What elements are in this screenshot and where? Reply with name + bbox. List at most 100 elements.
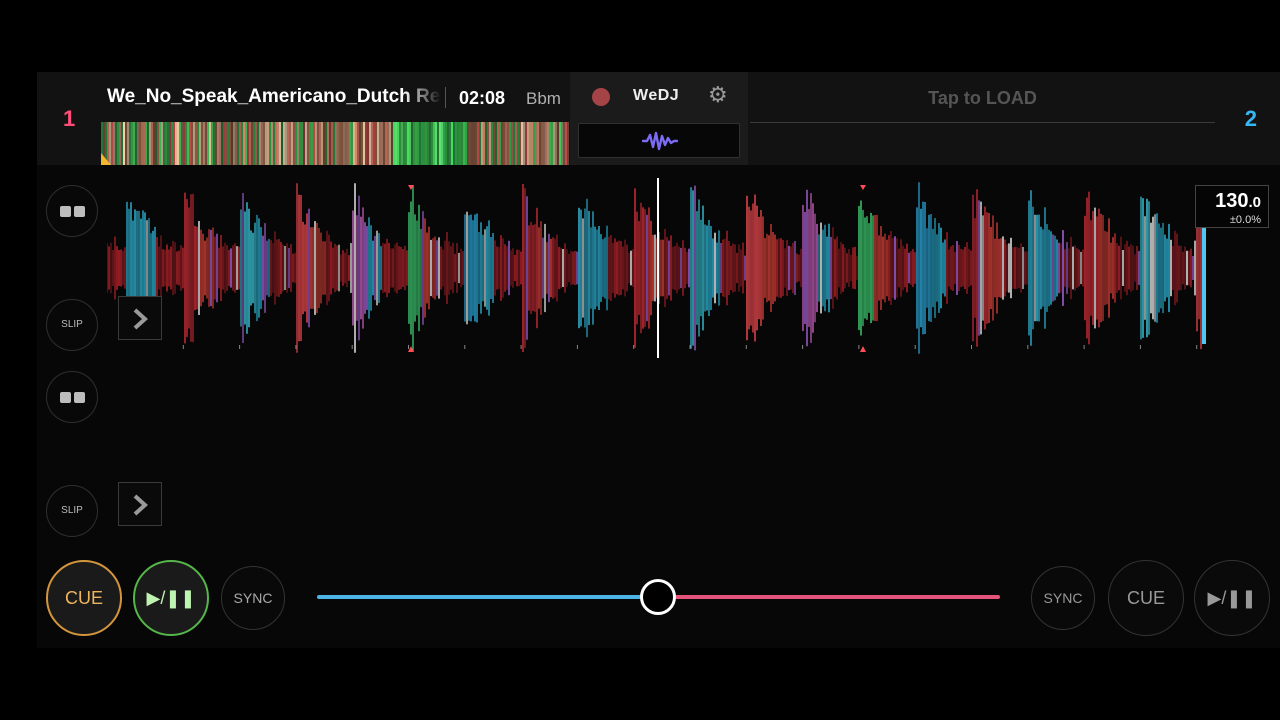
slip-label: SLIP	[61, 505, 83, 516]
overview-bar	[473, 122, 475, 165]
bpm-pitch: ±0.0%	[1229, 214, 1261, 226]
overview-bar	[501, 122, 503, 165]
overview-bar	[405, 122, 407, 165]
overview-bar	[309, 122, 311, 165]
overview-bar	[169, 122, 171, 165]
waveform-toggle-button[interactable]	[578, 123, 740, 158]
dj-app: 1 We_No_Speak_Americano_Dutch Red 02:08 …	[37, 72, 1280, 648]
deck1-cue-button[interactable]: CUE	[46, 560, 122, 636]
deck2-expand-button[interactable]	[118, 482, 162, 526]
overview-bar	[201, 122, 203, 165]
playhead-line	[657, 178, 659, 358]
deck1-play-pause-button[interactable]: ▶/❚❚	[133, 560, 209, 636]
deck1-track-title[interactable]: We_No_Speak_Americano_Dutch Red	[107, 86, 441, 108]
overview-bar	[343, 122, 345, 165]
gear-icon[interactable]: ⚙	[708, 84, 728, 106]
deck2-load-prompt[interactable]: Tap to LOAD	[750, 88, 1215, 109]
overview-bar	[499, 122, 501, 165]
sync-label: SYNC	[233, 590, 273, 606]
overview-bar	[219, 122, 221, 165]
deck2-play-pause-button[interactable]: ▶/❚❚	[1194, 560, 1270, 636]
overview-bar	[271, 122, 273, 165]
deck2-empty-overview	[750, 122, 1215, 123]
overview-bar	[131, 122, 133, 165]
overview-bar	[269, 122, 271, 165]
overview-bar	[283, 122, 285, 165]
overview-bar	[163, 122, 165, 165]
overview-bar	[537, 122, 539, 165]
overview-bar	[215, 122, 217, 165]
overview-bar	[211, 122, 213, 165]
overview-bar	[439, 122, 441, 165]
overview-bar	[249, 122, 251, 165]
overview-bar	[147, 122, 149, 165]
overview-bar	[505, 122, 507, 165]
overview-bar	[387, 122, 389, 165]
crossfader-right-track[interactable]	[658, 595, 1000, 599]
overview-bar	[551, 122, 553, 165]
overview-bar	[113, 122, 115, 165]
overview-bar	[241, 122, 243, 165]
overview-bar	[165, 122, 167, 165]
overview-bar	[435, 122, 437, 165]
deck2-view-mode-button[interactable]	[46, 371, 98, 423]
overview-bar	[247, 122, 249, 165]
deck2-sync-button[interactable]: SYNC	[1031, 566, 1095, 630]
overview-bar	[525, 122, 527, 165]
overview-bar	[411, 122, 413, 165]
deck1-slip-button[interactable]: SLIP	[46, 299, 98, 351]
overview-bar	[527, 122, 529, 165]
overview-bar	[357, 122, 359, 165]
overview-bar	[423, 122, 425, 165]
overview-bar	[359, 122, 361, 165]
overview-bar	[295, 122, 297, 165]
center-panel: WeDJ ⚙	[570, 72, 748, 165]
overview-bar	[199, 122, 201, 165]
crossfader-left-track[interactable]	[317, 595, 658, 599]
deck1-overview-waveform[interactable]	[101, 122, 569, 165]
overview-bar	[483, 122, 485, 165]
deck2-number: 2	[1244, 106, 1257, 131]
slip-label: SLIP	[61, 319, 83, 330]
overview-bar	[329, 122, 331, 165]
overview-bar	[437, 122, 439, 165]
overview-bar	[237, 122, 239, 165]
overview-bar	[179, 122, 181, 165]
overview-bar	[311, 122, 313, 165]
overview-bar	[331, 122, 333, 165]
overview-bar	[259, 122, 261, 165]
overview-bar	[467, 122, 469, 165]
brand-logo: WeDJ	[633, 87, 680, 104]
overview-bar	[245, 122, 247, 165]
overview-bar	[173, 122, 175, 165]
deck2-slip-button[interactable]: SLIP	[46, 485, 98, 537]
overview-bar	[299, 122, 301, 165]
overview-bar	[417, 122, 419, 165]
record-icon[interactable]	[592, 88, 610, 106]
overview-bar	[461, 122, 463, 165]
overview-bar	[419, 122, 421, 165]
overview-bar	[415, 122, 417, 165]
overview-bar	[315, 122, 317, 165]
overview-bar	[339, 122, 341, 165]
title-divider	[445, 87, 446, 108]
overview-bar	[341, 122, 343, 165]
deck2-cue-button[interactable]: CUE	[1108, 560, 1184, 636]
overview-bar	[427, 122, 429, 165]
crossfader-knob[interactable]	[640, 579, 676, 615]
deck1-sync-button[interactable]: SYNC	[221, 566, 285, 630]
deck1-bpm-display[interactable]: 130.0 ±0.0%	[1195, 185, 1269, 228]
overview-bar	[385, 122, 387, 165]
chevron-right-icon	[133, 494, 148, 516]
overview-bar	[243, 122, 245, 165]
overview-bar	[349, 122, 351, 165]
deck1-expand-button[interactable]	[118, 296, 162, 340]
overview-bar	[397, 122, 399, 165]
deck1-view-mode-button[interactable]	[46, 185, 98, 237]
overview-bar	[109, 122, 111, 165]
overview-bar	[535, 122, 537, 165]
overview-bar	[115, 122, 117, 165]
overview-bar	[143, 122, 145, 165]
overview-bar	[157, 122, 159, 165]
overview-bar	[257, 122, 259, 165]
